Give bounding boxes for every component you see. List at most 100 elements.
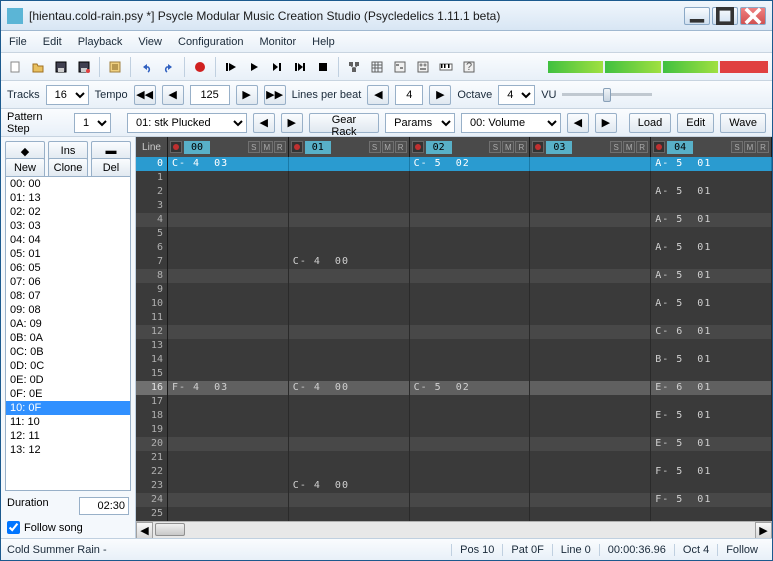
sequence-item[interactable]: 06: 05 <box>6 261 130 275</box>
pattern-cell[interactable] <box>289 339 410 353</box>
seq-new-button[interactable]: New <box>5 158 45 178</box>
pattern-cell[interactable] <box>530 367 651 381</box>
lpb-input[interactable] <box>395 85 423 105</box>
pattern-cell[interactable]: C- 4 03 <box>168 157 289 171</box>
pattern-cell[interactable] <box>530 507 651 521</box>
track-record-icon[interactable] <box>412 141 424 153</box>
aux-prev-icon[interactable]: ◀ <box>567 113 589 133</box>
pattern-cell[interactable] <box>530 255 651 269</box>
aux-select[interactable]: 00: Volume <box>461 113 561 133</box>
pattern-row[interactable]: 24F- 5 01 <box>136 493 772 507</box>
pattern-cell[interactable] <box>651 451 772 465</box>
track-m-button[interactable]: M <box>502 141 514 153</box>
pattern-cell[interactable] <box>410 241 531 255</box>
pattern-cell[interactable] <box>289 409 410 423</box>
pattern-cell[interactable] <box>289 185 410 199</box>
pattern-cell[interactable] <box>289 325 410 339</box>
pattern-cell[interactable] <box>410 171 531 185</box>
pattern-cell[interactable] <box>168 185 289 199</box>
pattern-cell[interactable] <box>530 395 651 409</box>
pattern-cell[interactable]: A- 5 01 <box>651 297 772 311</box>
pattern-cell[interactable] <box>651 395 772 409</box>
stop-icon[interactable] <box>313 57 333 77</box>
follow-song-checkbox[interactable]: Follow song <box>7 521 129 534</box>
undo-icon[interactable] <box>136 57 156 77</box>
tempo-dec-big-icon[interactable]: ◀◀ <box>134 85 156 105</box>
pattern-cell[interactable] <box>410 409 531 423</box>
pattern-cell[interactable] <box>530 353 651 367</box>
generator-select[interactable]: 01: stk Plucked <box>127 113 247 133</box>
menu-configuration[interactable]: Configuration <box>178 36 243 48</box>
pattern-cell[interactable] <box>168 409 289 423</box>
tracks-select[interactable]: 16 <box>46 85 89 105</box>
track-header[interactable]: 03SMR <box>530 137 651 157</box>
pattern-cell[interactable] <box>168 423 289 437</box>
pattern-row[interactable]: 11 <box>136 311 772 325</box>
pattern-row[interactable]: 13 <box>136 339 772 353</box>
pattern-cell[interactable] <box>168 199 289 213</box>
pattern-cell[interactable] <box>410 255 531 269</box>
sequence-item[interactable]: 12: 11 <box>6 429 130 443</box>
pattern-row[interactable]: 18E- 5 01 <box>136 409 772 423</box>
track-header[interactable]: 01SMR <box>289 137 410 157</box>
open-file-icon[interactable] <box>28 57 48 77</box>
sequence-item[interactable]: 07: 06 <box>6 275 130 289</box>
pattern-cell[interactable]: E- 6 01 <box>651 381 772 395</box>
pattern-cell[interactable] <box>168 367 289 381</box>
pattern-cell[interactable] <box>289 171 410 185</box>
pattern-cell[interactable] <box>289 157 410 171</box>
pattern-cell[interactable] <box>530 157 651 171</box>
sequence-item[interactable]: 05: 01 <box>6 247 130 261</box>
pattern-cell[interactable] <box>168 325 289 339</box>
track-record-icon[interactable] <box>291 141 303 153</box>
pattern-cell[interactable] <box>410 325 531 339</box>
pattern-cell[interactable] <box>410 353 531 367</box>
pattern-cell[interactable] <box>651 199 772 213</box>
pattern-cell[interactable] <box>168 171 289 185</box>
pattern-cell[interactable] <box>651 367 772 381</box>
pattern-row[interactable]: 3 <box>136 199 772 213</box>
sequencer-view-icon[interactable] <box>390 57 410 77</box>
pattern-row[interactable]: 15 <box>136 367 772 381</box>
pattern-row[interactable]: 17 <box>136 395 772 409</box>
lpb-inc-icon[interactable]: ▶ <box>429 85 451 105</box>
pattern-cell[interactable] <box>289 227 410 241</box>
pattern-cell[interactable] <box>410 479 531 493</box>
pattern-cell[interactable] <box>289 269 410 283</box>
pattern-cell[interactable] <box>410 437 531 451</box>
track-m-button[interactable]: M <box>261 141 273 153</box>
pattern-cell[interactable] <box>410 451 531 465</box>
pattern-row[interactable]: 1 <box>136 171 772 185</box>
track-r-button[interactable]: R <box>395 141 407 153</box>
follow-checkbox-input[interactable] <box>7 521 20 534</box>
sequence-item[interactable]: 0E: 0D <box>6 373 130 387</box>
instrument-editor-icon[interactable] <box>413 57 433 77</box>
pattern-cell[interactable]: C- 4 00 <box>289 255 410 269</box>
pattern-cell[interactable] <box>168 451 289 465</box>
pattern-cell[interactable] <box>289 507 410 521</box>
pattern-grid[interactable]: Line00SMR01SMR02SMR03SMR04SMR 0C- 4 03C-… <box>136 137 772 538</box>
seq-del-button[interactable]: Del <box>91 158 131 178</box>
pattern-cell[interactable] <box>289 451 410 465</box>
pattern-cell[interactable] <box>289 437 410 451</box>
pattern-cell[interactable] <box>651 423 772 437</box>
pattern-cell[interactable]: B- 5 01 <box>651 353 772 367</box>
pattern-cell[interactable] <box>168 507 289 521</box>
pattern-cell[interactable] <box>168 255 289 269</box>
pattern-cell[interactable] <box>168 283 289 297</box>
pattern-cell[interactable] <box>289 241 410 255</box>
pattern-cell[interactable] <box>530 465 651 479</box>
pattern-row[interactable]: 25 <box>136 507 772 521</box>
pattern-cell[interactable] <box>168 241 289 255</box>
pattern-cell[interactable] <box>289 311 410 325</box>
pattern-cell[interactable] <box>530 437 651 451</box>
track-s-button[interactable]: S <box>731 141 743 153</box>
pattern-cell[interactable] <box>530 493 651 507</box>
maximize-button[interactable] <box>712 7 738 25</box>
machine-view-icon[interactable] <box>344 57 364 77</box>
pattern-row[interactable]: 7C- 4 00 <box>136 255 772 269</box>
sequence-item[interactable]: 02: 02 <box>6 205 130 219</box>
pattern-cell[interactable] <box>289 297 410 311</box>
track-r-button[interactable]: R <box>274 141 286 153</box>
pattern-cell[interactable] <box>410 311 531 325</box>
